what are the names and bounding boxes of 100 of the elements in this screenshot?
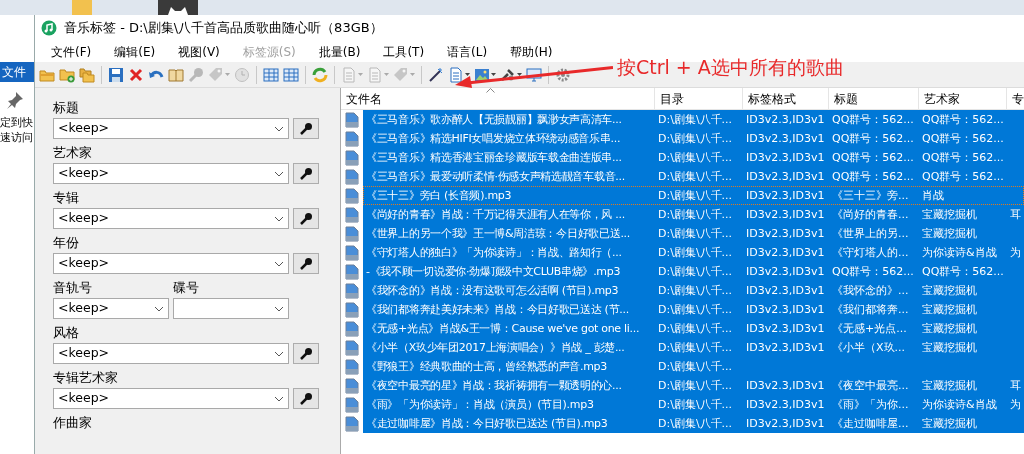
doc-icon <box>341 66 357 83</box>
wrench-button[interactable] <box>293 343 319 364</box>
grid-button[interactable] <box>263 66 279 83</box>
menu-item[interactable]: 文件(F) <box>43 42 100 61</box>
artist-cell-text: 宝藏挖掘机 <box>921 207 978 223</box>
artist-cell-text: QQ群号：562... <box>921 264 1005 280</box>
file-row[interactable]: 《三马音乐》最爱动听柔情·伤感女声精选靓音车载音... D:\剧集\八千... ID3v2.3,ID3v1 QQ群号：562... QQ群号：562... <box>363 167 1024 186</box>
image-icon <box>474 66 490 83</box>
chevron-icon <box>154 304 164 313</box>
file-row[interactable]: 《三马音乐》精选HIFI女唱发烧立体环绕动感音乐串... D:\剧集\八千... ID3v2.3,ID3v1 QQ群号：562... QQ群号：562... <box>363 129 1024 148</box>
caret-icon <box>410 73 415 76</box>
doc-icon <box>448 66 464 83</box>
column-header[interactable]: 目录 <box>655 88 743 109</box>
combo-box[interactable]: <keep> <box>53 163 289 184</box>
chevron-icon <box>274 259 284 268</box>
column-header[interactable]: 标题 <box>829 88 919 109</box>
directory-cell-text: D:\剧集\八千... <box>657 283 734 299</box>
mp3-file-icon <box>345 301 359 318</box>
artist-cell-text: 宝藏挖掘机 <box>921 226 978 242</box>
folder-plus-button[interactable] <box>59 66 75 83</box>
column-header[interactable]: 艺术家 <box>919 88 1007 109</box>
file-name-cell-text: 《小半（X玖少年团2017上海演唱会）》肖战 _ 彭楚... <box>365 340 626 356</box>
file-name-cell-text: -《我不顾一切说爱你·劲爆顶级中文CLUB串烧》.mp3 <box>365 264 622 280</box>
directory-cell-text: D:\剧集\八千... <box>657 340 734 356</box>
chevron-icon <box>274 124 284 133</box>
folders-button[interactable] <box>79 66 95 83</box>
explorer-tab[interactable]: 文件 <box>0 62 34 82</box>
field-label: 标题 <box>53 99 80 117</box>
file-row[interactable]: -《我不顾一切说爱你·劲爆顶级中文CLUB串烧》.mp3 D:\剧集\八千... ID3v2.3,ID3v1 QQ群号：562... QQ群号：562... <box>363 262 1024 281</box>
menu-item[interactable]: 批量(B) <box>310 42 369 61</box>
refresh-button[interactable] <box>312 66 328 83</box>
file-name-cell-text: 《我们都将奔赴美好未来》肖战：今日好歌已送达 (节... <box>365 302 630 318</box>
wrench-button[interactable] <box>293 118 319 139</box>
monitor-button[interactable] <box>526 66 542 83</box>
combo-box[interactable]: <keep> <box>53 208 289 229</box>
wrench-button[interactable] <box>293 208 319 229</box>
column-header[interactable]: 标签格式 <box>743 88 829 109</box>
combo-box[interactable]: <keep> <box>53 118 289 139</box>
menu-item[interactable]: 编辑(E) <box>106 42 164 61</box>
title-cell-text: QQ群号：562... <box>831 112 915 128</box>
menu-item[interactable]: 视图(V) <box>170 42 228 61</box>
directory-cell-text: D:\剧集\八千... <box>657 112 734 128</box>
directory-cell-text: D:\剧集\八千... <box>657 416 734 432</box>
chevron-icon <box>274 394 284 403</box>
tag-format-cell-text: ID3v2.3,ID3v1 <box>745 245 826 261</box>
combo-box[interactable]: <keep> <box>53 343 289 364</box>
directory-cell-text: D:\剧集\八千... <box>657 359 734 375</box>
tag-format-cell-text: ID3v2.3,ID3v1 <box>745 340 826 356</box>
gear-button[interactable] <box>555 66 571 83</box>
artist-cell-text: QQ群号：562... <box>921 150 1005 166</box>
file-row[interactable]: 《守灯塔人的独白》「为你读诗」：肖战、路知行（... D:\剧集\八千... ID3v2.3,ID3v1 《守灯塔人的... 为你读诗&肖战 为 <box>363 243 1024 262</box>
file-name-cell-text: 《守灯塔人的独白》「为你读诗」：肖战、路知行（... <box>365 245 623 261</box>
file-row[interactable]: 《走过咖啡屋》肖战：今日好歌已送达 (节目).mp3 D:\剧集\八千... ID3v2.3,ID3v1 《走过咖啡屋... 宝藏挖掘机 <box>363 414 1024 433</box>
mp3-file-icon <box>345 282 359 299</box>
file-row[interactable]: 《夜空中最亮的星》肖战：我祈祷拥有一颗透明的心... D:\剧集\八千... ID3v2.3,ID3v1 《夜空中最亮... 宝藏挖掘机 耳 <box>363 376 1024 395</box>
title-cell-text: 《守灯塔人的... <box>831 245 910 261</box>
mp3-file-icon <box>345 263 359 280</box>
menu-item[interactable]: 语言(L) <box>439 42 496 61</box>
file-row[interactable]: 《我怀念的》肖战：没有这歌可怎么活啊 (节目).mp3 D:\剧集\八千... ID3v2.3,ID3v1 《我怀念的》... 宝藏挖掘机 <box>363 281 1024 300</box>
book-button[interactable] <box>168 66 184 83</box>
file-row[interactable]: 《无感+光点》肖战&王一博：Cause we've got one li... D:\剧集\八千... ID3v2.3,ID3v1 《无感+光点... 宝藏挖掘机 <box>363 319 1024 338</box>
file-row[interactable]: 《野狼王》经典歌曲的士高，曾经熟悉的声音.mp3 D:\剧集\八千... <box>363 357 1024 376</box>
tag-format-cell-text: ID3v2.3,ID3v1 <box>745 188 826 204</box>
wand-button[interactable] <box>428 66 444 83</box>
file-row[interactable]: 《三马音乐》歌亦醉人【无损靓丽】飘渺女声高清车... D:\剧集\八千... ID3v2.3,ID3v1 QQ群号：562... QQ群号：562... <box>363 110 1024 129</box>
combo-box[interactable]: <keep> <box>53 253 289 274</box>
column-header[interactable]: 专 <box>1007 88 1024 109</box>
grid-icon <box>283 66 299 83</box>
save-button[interactable] <box>108 66 124 83</box>
image-button[interactable] <box>474 66 496 83</box>
wrench-button[interactable] <box>293 388 319 409</box>
file-row[interactable]: 《尚好的青春》肖战：千万记得天涯有人在等你，风 ... D:\剧集\八千... ID3v2.3,ID3v1 《尚好的青春... 宝藏挖掘机 耳 <box>363 205 1024 224</box>
file-name-cell-text: 《三马音乐》最爱动听柔情·伤感女声精选靓音车载音... <box>365 169 626 185</box>
wrench-button[interactable] <box>293 163 319 184</box>
file-row[interactable]: 《我们都将奔赴美好未来》肖战：今日好歌已送达 (节... D:\剧集\八千... ID3v2.3,ID3v1 《我们都将奔... 宝藏挖掘机 <box>363 300 1024 319</box>
tag-format-cell-text: ID3v2.3,ID3v1 <box>745 112 826 128</box>
combo-box[interactable]: <keep> <box>53 388 289 409</box>
directory-cell-text: D:\剧集\八千... <box>657 378 734 394</box>
file-row[interactable]: 《雨》「为你读诗」：肖战（演员）(节目).mp3 D:\剧集\八千... ID3v2.3,ID3v1 《雨》「为你... 为你读诗&肖战 为 <box>363 395 1024 414</box>
album-cell-text: 耳 <box>1009 207 1022 223</box>
folder-plus-icon <box>59 66 75 83</box>
file-row[interactable]: 《世界上的另一个我》王一博&周洁琼：今日好歌已送... D:\剧集\八千... ID3v2.3,ID3v1 《世界上的另... 宝藏挖掘机 <box>363 224 1024 243</box>
file-row[interactable]: 《三马音乐》精选香港宝丽金珍藏版车载金曲连版串... D:\剧集\八千... ID3v2.3,ID3v1 QQ群号：562... QQ群号：562... <box>363 148 1024 167</box>
combo-box[interactable]: <keep> <box>53 298 169 319</box>
grid-button[interactable] <box>283 66 299 83</box>
mp3-file-icon <box>345 415 359 432</box>
artist-cell-text: 为你读诗&肖战 <box>921 245 998 261</box>
file-row[interactable]: 《小半（X玖少年团2017上海演唱会）》肖战 _ 彭楚... D:\剧集\八千... ID3v2.3,ID3v1 《小半（X玖... 宝藏挖掘机 <box>363 338 1024 357</box>
directory-cell-text: D:\剧集\八千... <box>657 207 734 223</box>
delete-button[interactable] <box>128 66 144 83</box>
doc-button[interactable] <box>448 66 470 83</box>
file-name-cell-text: 《三马音乐》歌亦醉人【无损靓丽】飘渺女声高清车... <box>365 112 623 128</box>
file-name-cell-text: 《夜空中最亮的星》肖战：我祈祷拥有一颗透明的心... <box>365 378 623 394</box>
menu-item[interactable]: 工具(T) <box>375 42 433 61</box>
file-row[interactable]: 《三十三》旁白 (长音频).mp3 D:\剧集\八千... ID3v2.3,ID3v1 《三十三》旁... 肖战 <box>363 186 1024 205</box>
mp3-file-icon <box>345 339 359 356</box>
combo-box[interactable] <box>173 298 289 319</box>
menu-item[interactable]: 帮助(H) <box>502 42 561 61</box>
window-title: 音乐标签 - D:\剧集\八千首高品质歌曲随心听（83GB） <box>64 19 383 38</box>
wrench-button[interactable] <box>293 253 319 274</box>
